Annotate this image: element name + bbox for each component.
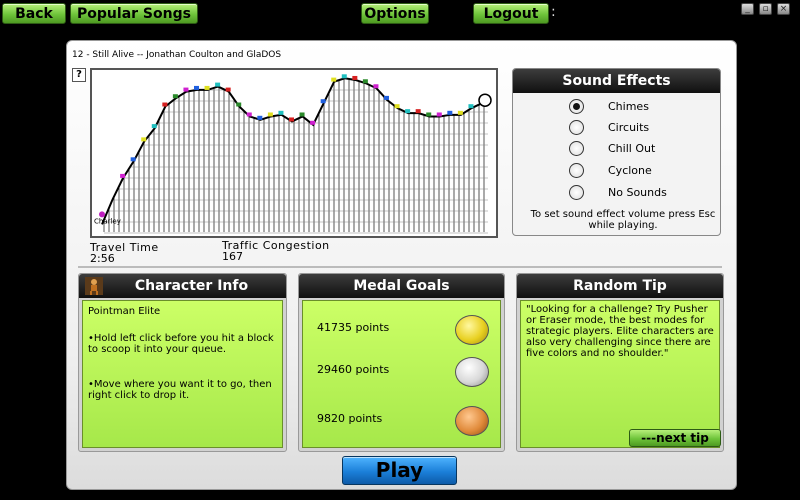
options-button[interactable]: Options [361,3,429,24]
end-marker [478,93,492,107]
song-title: 12 - Still Alive -- Jonathan Coulton and… [72,50,282,60]
sound-option-label: Chimes [608,99,649,113]
block-marker [352,75,358,80]
block-marker [320,99,326,104]
medal-goals-body: 41735 points 29460 points 9820 points [302,300,501,448]
character-info-title: Character Info [134,278,249,294]
help-button[interactable]: ? [72,68,86,82]
medal-goals-card: Medal Goals 41735 points 29460 points 98… [298,273,505,452]
block-marker [120,173,126,178]
block-marker [436,112,442,117]
close-icon[interactable]: × [777,3,790,15]
block-marker [341,74,347,79]
block-marker [310,120,316,125]
block-marker [215,82,221,87]
block-marker [151,124,157,129]
sound-option-circuits[interactable]: Circuits [569,118,649,136]
radio-icon[interactable] [569,119,584,135]
character-tip-1: •Hold left click before you hit a block … [88,333,274,355]
next-tip-button[interactable]: ---next tip [629,429,721,447]
radio-selected-icon[interactable] [569,98,584,114]
block-marker [331,77,337,82]
random-tip-card: Random Tip "Looking for a challenge? Try… [516,273,724,452]
sound-effects-panel: Sound Effects Chimes Circuits Chill Out … [512,68,721,236]
block-marker [246,112,252,117]
block-marker [468,104,474,109]
travel-time-value: 2:56 [90,252,115,265]
block-marker [362,79,368,84]
silver-medal-icon [455,357,489,387]
minimize-icon[interactable]: _ [741,3,754,15]
random-tip-title: Random Tip [517,274,723,298]
sound-option-chill-out[interactable]: Chill Out [569,139,655,157]
block-marker [289,117,294,122]
sound-effects-note: To set sound effect volume press Esc whi… [530,209,716,231]
block-marker [130,157,136,162]
sound-option-no-sounds[interactable]: No Sounds [569,183,667,201]
start-label: Charley [94,217,121,225]
gold-medal-icon [455,315,489,345]
block-marker [447,110,453,115]
block-marker [183,87,189,92]
block-marker [141,137,147,142]
character-info-header: Character Info [79,274,286,298]
medal-goals-title: Medal Goals [299,274,504,298]
traffic-congestion-value: 167 [222,250,243,263]
character-tip-2: •Move where you want it to go, then righ… [88,379,272,401]
sound-option-label: No Sounds [608,185,667,199]
radio-icon[interactable] [569,140,584,156]
block-marker [204,85,210,90]
popular-songs-button[interactable]: Popular Songs [70,3,198,24]
logout-button[interactable]: Logout [473,3,549,24]
block-marker [394,104,400,109]
block-marker [278,110,284,115]
block-marker [236,102,242,107]
block-marker [225,87,231,92]
block-marker [299,112,305,117]
block-marker [384,95,389,100]
bronze-medal-icon [455,406,489,436]
character-info-body: Pointman Elite •Hold left click before y… [82,300,283,448]
gold-goal-points: 41735 points [317,321,390,334]
block-marker [194,85,199,90]
track-graph-svg: Charley [92,70,496,234]
character-icon [85,277,103,295]
block-marker [172,94,178,99]
character-name: Pointman Elite [88,306,161,317]
top-bar: Back Popular Songs Options Logout : _ ▫ … [0,0,800,27]
block-marker [457,110,463,115]
character-info-card: Character Info Pointman Elite •Hold left… [78,273,287,452]
sound-option-cyclone[interactable]: Cyclone [569,161,652,179]
random-tip-text: "Looking for a challenge? Try Pusher or … [526,304,714,359]
random-tip-body: "Looking for a challenge? Try Pusher or … [520,300,721,448]
separator-colon: : [551,4,556,20]
block-marker [426,112,432,117]
track-graph: Charley [90,68,498,238]
sound-option-chimes[interactable]: Chimes [569,97,649,115]
radio-icon[interactable] [569,162,584,178]
block-marker [415,109,421,114]
sound-option-label: Cyclone [608,163,652,177]
play-button[interactable]: Play [342,456,457,485]
sound-effects-title: Sound Effects [513,69,720,93]
block-marker [162,102,168,107]
block-marker [257,115,263,120]
sound-option-label: Chill Out [608,141,656,155]
radio-icon[interactable] [569,184,584,200]
sound-option-label: Circuits [608,120,650,134]
restore-icon[interactable]: ▫ [759,3,772,15]
block-marker [405,109,411,114]
block-marker [373,84,379,89]
silver-goal-points: 29460 points [317,363,390,376]
back-button[interactable]: Back [2,3,66,24]
divider [78,266,722,268]
bronze-goal-points: 9820 points [317,412,383,425]
block-marker [267,112,273,117]
